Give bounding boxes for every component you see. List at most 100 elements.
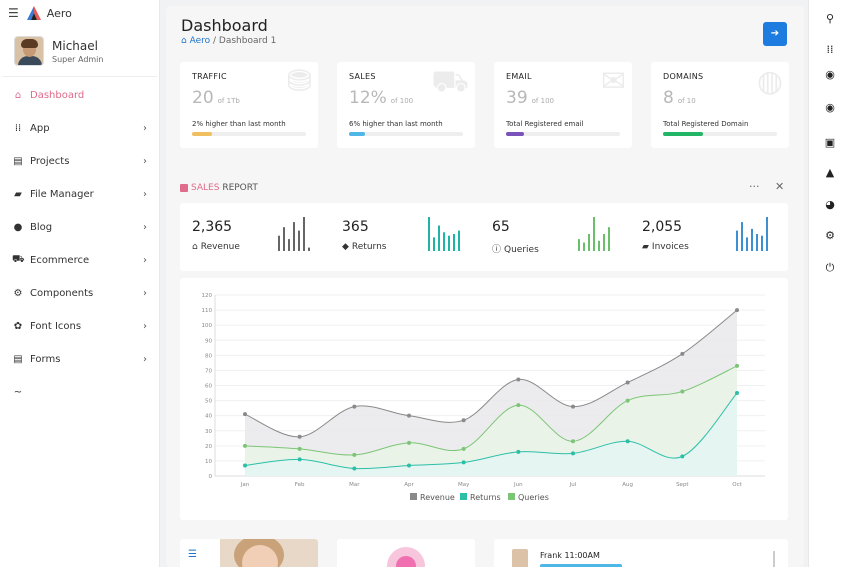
breadcrumb-separator: / bbox=[213, 36, 217, 46]
data-point[interactable] bbox=[243, 463, 247, 468]
chevron-right-icon: › bbox=[143, 255, 147, 266]
chat-sender: Frank 11:00AM bbox=[540, 551, 600, 560]
legend-label[interactable]: Queries bbox=[518, 493, 549, 502]
calendar-icon[interactable]: ▣ bbox=[809, 136, 850, 149]
data-point[interactable] bbox=[461, 446, 466, 451]
globe-icon: ◍ bbox=[756, 64, 783, 99]
report-icon bbox=[180, 183, 188, 192]
x-tick-label: Apr bbox=[404, 482, 414, 488]
sidebar-item-blog[interactable]: ● Blog › bbox=[0, 211, 159, 244]
stat-card-traffic: ⛃ TRAFFIC 20 of 1Tb 2% higher than last mont… bbox=[180, 62, 318, 148]
data-point[interactable] bbox=[297, 457, 302, 462]
components-icon: ⚙ bbox=[13, 288, 23, 299]
breadcrumb: ⌂ Aero / Dashboard 1 bbox=[181, 36, 276, 46]
data-point[interactable] bbox=[516, 403, 521, 408]
y-tick-label: 30 bbox=[205, 429, 212, 435]
menu-icon[interactable]: ☰ bbox=[188, 549, 197, 560]
x-tick-label: Jun bbox=[513, 482, 523, 488]
data-point[interactable] bbox=[680, 389, 685, 394]
y-tick-label: 0 bbox=[209, 474, 213, 480]
flag-icon[interactable]: ◉ bbox=[809, 101, 850, 114]
settings-icon[interactable]: ⚙ bbox=[809, 229, 850, 242]
power-icon[interactable]: ⏻ bbox=[809, 261, 850, 275]
sidebar-item-file-manager[interactable]: ▰ File Manager › bbox=[0, 178, 159, 211]
data-point[interactable] bbox=[352, 466, 357, 471]
kpi-label-text: Returns bbox=[351, 242, 387, 252]
legend-swatch bbox=[410, 493, 417, 500]
legend-label[interactable]: Returns bbox=[470, 493, 501, 502]
sparkline-bar bbox=[751, 228, 753, 251]
kpi-sparkline bbox=[428, 217, 460, 251]
data-point[interactable] bbox=[625, 380, 630, 385]
data-point[interactable] bbox=[352, 404, 357, 409]
data-point[interactable] bbox=[735, 363, 739, 368]
dribbble-icon[interactable]: ◕ bbox=[809, 198, 850, 211]
cart-icon: ⛟ bbox=[431, 64, 469, 99]
stat-progress-bar bbox=[506, 132, 620, 136]
sparkline-bar bbox=[433, 237, 435, 251]
sparkline-bar bbox=[438, 225, 440, 251]
apps-icon[interactable]: ⁞⁞ bbox=[809, 43, 850, 56]
data-point[interactable] bbox=[461, 418, 466, 423]
sparkline-bar bbox=[308, 247, 310, 251]
data-point[interactable] bbox=[461, 460, 466, 465]
data-point[interactable] bbox=[735, 308, 739, 313]
sidebar-item-font-icons[interactable]: ✿ Font Icons › bbox=[0, 310, 159, 343]
brand-name[interactable]: Aero bbox=[47, 7, 72, 20]
data-point[interactable] bbox=[516, 449, 521, 454]
drive-icon[interactable]: ▲ bbox=[809, 166, 850, 179]
legend-label[interactable]: Revenue bbox=[420, 493, 455, 502]
kpi-invoices: 2,055 ▰ Invoices bbox=[630, 203, 782, 271]
x-tick-label: Jan bbox=[240, 482, 250, 488]
sidebar-item-app[interactable]: ⁞⁞ App › bbox=[0, 112, 159, 145]
stat-card-domains: ◍ DOMAINS 8 of 10 Total Registered Domain bbox=[651, 62, 789, 148]
sparkline-bar bbox=[303, 217, 305, 251]
data-point[interactable] bbox=[297, 446, 302, 451]
data-point[interactable] bbox=[243, 412, 247, 417]
data-point[interactable] bbox=[407, 413, 411, 418]
data-point[interactable] bbox=[352, 452, 357, 457]
data-point[interactable] bbox=[625, 398, 630, 403]
data-point[interactable] bbox=[297, 434, 302, 439]
stat-of: of 10 bbox=[677, 97, 696, 105]
data-point[interactable] bbox=[735, 391, 739, 396]
kpi-label-text: Revenue bbox=[200, 242, 240, 252]
sales-kpi-card: 2,365 ⌂ Revenue 365 ◆ Returns 65 ⓘ Queries 2,055 ▰… bbox=[180, 203, 788, 271]
data-point[interactable] bbox=[625, 439, 630, 444]
sidebar-item-components[interactable]: ⚙ Components › bbox=[0, 277, 159, 310]
sidebar-item-label: Dashboard bbox=[30, 90, 85, 101]
x-tick-label: Mar bbox=[349, 482, 360, 488]
sidebar-item-projects[interactable]: ▤ Projects › bbox=[0, 145, 159, 178]
kpi-label: ▰ Invoices bbox=[642, 242, 689, 252]
data-point[interactable] bbox=[407, 440, 411, 445]
bank-icon: ⌂ bbox=[192, 242, 198, 252]
data-point[interactable] bbox=[516, 377, 521, 382]
data-point[interactable] bbox=[571, 404, 575, 409]
search-icon[interactable]: ⚲ bbox=[809, 12, 850, 25]
data-point[interactable] bbox=[571, 439, 575, 444]
more-options-icon[interactable]: ··· bbox=[749, 180, 760, 193]
data-point[interactable] bbox=[680, 351, 685, 356]
close-icon[interactable]: ✕ bbox=[775, 180, 784, 193]
sparkline-bar bbox=[448, 235, 450, 251]
data-point[interactable] bbox=[571, 451, 575, 456]
y-tick-label: 100 bbox=[202, 323, 213, 329]
arrow-right-icon: ➔ bbox=[770, 28, 780, 39]
sidebar-item-dashboard[interactable]: ⌂ Dashboard bbox=[0, 79, 159, 112]
data-point[interactable] bbox=[680, 454, 685, 459]
scrollbar[interactable] bbox=[773, 551, 775, 567]
sidebar-item-forms[interactable]: ▤ Forms › bbox=[0, 343, 159, 376]
sidebar-item-more[interactable]: ~ bbox=[0, 376, 159, 409]
sparkline-bar bbox=[583, 242, 585, 251]
stat-note: Total Registered Domain bbox=[663, 120, 749, 128]
sidebar-item-ecommerce[interactable]: ⛟ Ecommerce › bbox=[0, 244, 159, 277]
breadcrumb-home-link[interactable]: ⌂ Aero bbox=[181, 36, 210, 46]
data-point[interactable] bbox=[407, 463, 411, 468]
data-point[interactable] bbox=[243, 443, 247, 448]
sidebar-item-label: Components bbox=[30, 288, 94, 299]
arrow-right-button[interactable]: ➔ bbox=[763, 22, 787, 46]
stat-value: 39 of 100 bbox=[506, 88, 554, 108]
hamburger-menu-icon[interactable]: ☰ bbox=[8, 6, 19, 20]
avatar[interactable] bbox=[14, 36, 44, 66]
notification-icon[interactable]: ◉ bbox=[809, 68, 850, 81]
